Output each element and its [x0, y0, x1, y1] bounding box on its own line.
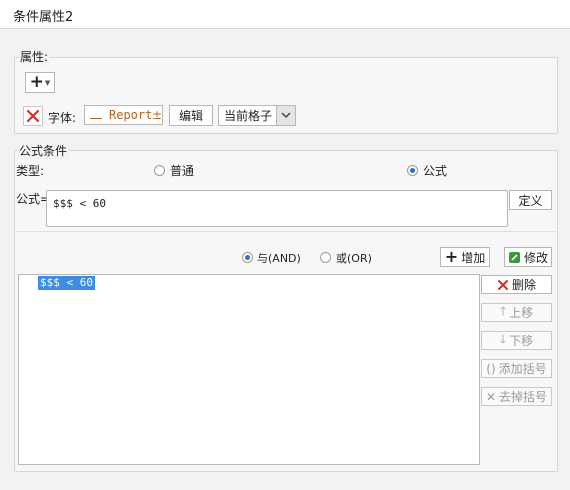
modify-icon	[508, 251, 520, 263]
modify-condition-label: 修改	[523, 250, 548, 265]
edit-font-button[interactable]: 编辑	[169, 105, 213, 126]
list-item[interactable]: $$$ < 60	[38, 276, 95, 290]
scope-select[interactable]: 当前格子	[218, 105, 277, 126]
add-condition-button[interactable]: + 增加	[440, 247, 490, 267]
chevron-down-icon	[281, 112, 291, 119]
font-preview-text: Report	[109, 108, 153, 122]
divider	[14, 231, 556, 232]
font-preview-glyph: ±	[152, 108, 163, 122]
remove-property-button[interactable]	[23, 106, 43, 126]
formula-condition-group-label: 公式条件	[17, 142, 70, 159]
add-condition-label: 增加	[461, 250, 486, 265]
type-formula-radio[interactable]	[407, 165, 418, 176]
add-bracket-label: 添加括号	[498, 362, 547, 376]
delete-label: 删除	[511, 278, 536, 292]
logic-or-label: 或(OR)	[336, 252, 372, 265]
font-label: 字体:	[48, 111, 77, 125]
formula-value: $$$ < 60	[53, 197, 106, 210]
title-bar	[0, 0, 570, 29]
scope-dropdown-button[interactable]	[276, 105, 296, 126]
condition-list[interactable]: $$$ < 60	[18, 274, 480, 465]
move-down-button[interactable]: 🡓 下移	[481, 331, 552, 350]
close-icon	[26, 109, 40, 123]
type-formula-label: 公式	[423, 164, 448, 178]
formula-label: 公式=	[16, 192, 51, 206]
delete-button[interactable]: 删除	[481, 275, 552, 294]
logic-or-radio[interactable]	[320, 252, 331, 263]
move-up-label: 上移	[509, 306, 534, 320]
arrow-down-icon: 🡓	[499, 332, 507, 346]
define-button[interactable]: 定义	[509, 190, 552, 210]
brackets-icon: ()	[486, 361, 496, 376]
window-title: 条件属性2	[13, 10, 74, 25]
delete-icon	[497, 279, 508, 290]
properties-group-label: 属性:	[19, 48, 50, 65]
type-normal-label: 普通	[170, 164, 195, 178]
add-property-button[interactable]: + ▼	[25, 72, 55, 93]
formula-input[interactable]: $$$ < 60	[46, 190, 508, 227]
remove-bracket-button[interactable]: ✕ 去掉括号	[481, 387, 552, 406]
add-bracket-button[interactable]: () 添加括号	[481, 359, 552, 378]
plus-icon: +	[29, 72, 44, 92]
arrow-up-icon: 🡑	[499, 304, 507, 318]
underline-mark	[90, 118, 102, 119]
logic-and-radio[interactable]	[242, 252, 253, 263]
plus-icon: +	[444, 247, 459, 266]
font-preview-box: Report ±	[84, 105, 163, 125]
move-down-label: 下移	[509, 334, 534, 348]
remove-bracket-label: 去掉括号	[499, 390, 548, 404]
move-up-button[interactable]: 🡑 上移	[481, 303, 552, 322]
remove-brackets-icon: ✕	[485, 389, 497, 404]
logic-and-label: 与(AND)	[257, 252, 301, 265]
modify-condition-button[interactable]: 修改	[504, 247, 552, 267]
type-label: 类型:	[16, 164, 45, 178]
chevron-down-icon: ▼	[44, 78, 51, 87]
type-normal-radio[interactable]	[154, 165, 165, 176]
